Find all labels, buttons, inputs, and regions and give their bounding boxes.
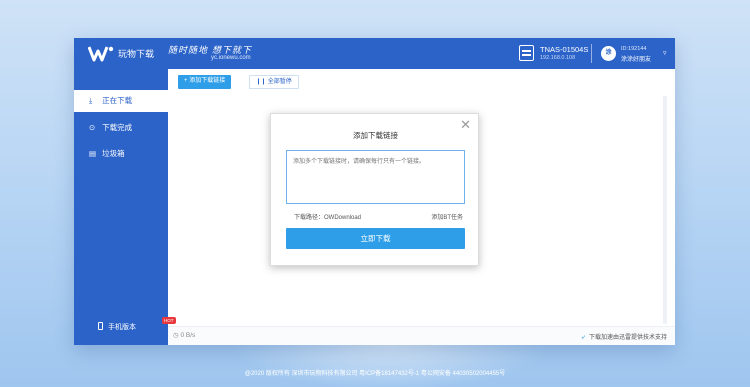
sidebar-item-label: 垃圾箱 xyxy=(102,149,125,158)
download-now-button[interactable]: 立即下载 xyxy=(286,228,465,249)
avatar[interactable]: 涂 xyxy=(601,46,616,61)
add-link-dialog: 添加下载链接 ✕ 下载路径：OWDownload 添加BT任务 立即下载 xyxy=(270,113,479,266)
nas-ip: 192.168.0.108 xyxy=(540,55,576,61)
sidebar-item-label: 正在下载 xyxy=(102,96,133,105)
dialog-title: 添加下载链接 xyxy=(353,131,398,140)
top-bar: 玩物下载 随时随地 想下就下 yc.ionewu.com TNAS-01504S… xyxy=(74,38,675,69)
thunder-icon: ➶ xyxy=(580,335,586,341)
user-id: ID:192144 xyxy=(621,46,647,52)
check-circle-icon: ⊙ xyxy=(89,123,96,132)
trash-icon: ▤ xyxy=(89,149,97,158)
close-icon[interactable]: ✕ xyxy=(460,118,471,131)
chevron-down-icon[interactable]: ▿ xyxy=(663,49,667,57)
add-download-link-button[interactable]: + 添加下载链接 xyxy=(178,75,232,89)
pause-all-button[interactable]: ❙❙ 全部暂停 xyxy=(249,75,299,89)
download-links-input[interactable] xyxy=(286,150,465,204)
sidebar: ⤓ 正在下载 ⊙ 下载完成 ▤ 垃圾箱 手机版本 HOT xyxy=(74,69,176,345)
slogan-url: yc.ionewu.com xyxy=(211,55,251,61)
header-divider xyxy=(591,44,592,63)
sidebar-item-trash[interactable]: ▤ 垃圾箱 xyxy=(74,143,168,165)
download-icon: ⤓ xyxy=(89,96,93,105)
mobile-version-button[interactable]: 手机版本 HOT xyxy=(98,317,176,332)
add-bt-task-link[interactable]: 添加BT任务 xyxy=(431,212,463,221)
user-name[interactable]: 涂涂好朋友 xyxy=(621,54,651,63)
download-speed: ◷ 0 B/s xyxy=(173,332,196,339)
pause-all-label: 全部暂停 xyxy=(267,79,292,85)
thunder-support-text: 下载加速由迅雷提供技术支持 xyxy=(588,335,667,341)
scrollbar[interactable] xyxy=(663,96,667,324)
download-speed-value: 0 B/s xyxy=(180,332,196,339)
sidebar-item-label: 下载完成 xyxy=(102,123,133,132)
footer-copyright: @2020 版权所有 深圳市玩物科技有限公司 粤ICP备18147432号-1 … xyxy=(244,371,506,377)
logo-icon xyxy=(88,46,114,62)
hot-badge: HOT xyxy=(162,317,176,324)
download-path[interactable]: 下载路径：OWDownload xyxy=(294,212,361,221)
nas-name[interactable]: TNAS-01504S xyxy=(540,45,588,54)
app-title: 玩物下载 xyxy=(118,49,155,59)
nas-device-icon xyxy=(519,45,534,61)
status-bar: ◷ 0 B/s ➶ 下载加速由迅雷提供技术支持 xyxy=(168,326,675,345)
sidebar-item-completed[interactable]: ⊙ 下载完成 xyxy=(74,117,168,139)
sidebar-item-downloading[interactable]: ⤓ 正在下载 xyxy=(74,90,168,112)
phone-icon xyxy=(98,322,103,330)
mobile-version-label: 手机版本 xyxy=(108,324,136,331)
pause-icon: ❙❙ xyxy=(256,79,267,85)
plus-icon: + xyxy=(184,78,188,84)
add-download-link-label: 添加下载链接 xyxy=(189,78,226,84)
thunder-support: ➶ 下载加速由迅雷提供技术支持 xyxy=(581,332,667,341)
